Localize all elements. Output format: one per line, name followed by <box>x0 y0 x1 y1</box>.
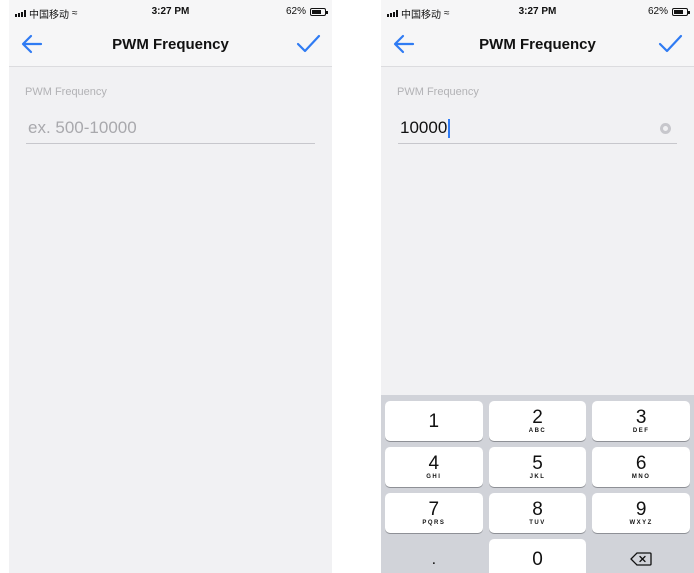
key-8[interactable]: 8 TUV <box>488 493 587 533</box>
key-1[interactable]: 1 <box>385 401 483 441</box>
delete-key[interactable] <box>592 539 690 573</box>
battery-icon <box>310 7 328 16</box>
key-6[interactable]: 6 MNO <box>592 447 691 487</box>
screen-filled: 中国移动 ≈ 3:27 PM 62% PWM Frequency PWM Fre… <box>381 0 694 573</box>
key-3[interactable]: 3 DEF <box>592 401 691 441</box>
key-7[interactable]: 7 PQRS <box>385 493 483 533</box>
checkmark-icon[interactable] <box>294 32 322 56</box>
input-text: 10000 <box>400 118 448 137</box>
nav-bar: PWM Frequency <box>381 22 694 67</box>
battery-percent: 62% <box>647 6 668 17</box>
status-bar: 中国移动 ≈ 3:27 PM 62% <box>381 0 694 22</box>
key-4[interactable]: 4 GHI <box>385 447 483 487</box>
text-caret <box>448 118 451 138</box>
key-5[interactable]: 5 JKL <box>488 447 587 487</box>
frequency-input[interactable]: ex. 500-10000 <box>26 110 315 144</box>
input-value: 10000 <box>400 118 451 138</box>
backspace-icon <box>630 552 652 566</box>
page-title: PWM Frequency <box>112 36 229 53</box>
clear-icon[interactable] <box>660 123 671 134</box>
input-placeholder: ex. 500-10000 <box>28 118 137 137</box>
frequency-input[interactable]: 10000 <box>398 110 677 144</box>
status-time: 3:27 PM <box>151 6 190 17</box>
battery: 62% <box>285 6 328 17</box>
nav-bar: PWM Frequency <box>9 22 332 67</box>
battery-percent: 62% <box>285 6 306 17</box>
battery: 62% <box>647 6 690 17</box>
field-label: PWM Frequency <box>397 86 479 98</box>
key-0[interactable]: 0 <box>488 539 587 573</box>
key-decimal[interactable]: . <box>385 539 483 573</box>
status-bar: 中国移动 ≈ 3:27 PM 62% <box>9 0 332 22</box>
battery-icon <box>672 7 690 16</box>
page-title: PWM Frequency <box>479 36 596 53</box>
key-9[interactable]: 9 WXYZ <box>592 493 691 533</box>
numeric-keypad: 1 2 ABC 3 DEF 4 GHI 5 JKL 6 MNO 7 PQRS 8 TUV 9W… <box>381 395 694 573</box>
key-2[interactable]: 2 ABC <box>488 401 587 441</box>
screen-empty: 中国移动 ≈ 3:27 PM 62% PWM Frequency PWM Fre… <box>9 0 332 573</box>
field-label: PWM Frequency <box>25 86 107 98</box>
checkmark-icon[interactable] <box>656 32 684 56</box>
